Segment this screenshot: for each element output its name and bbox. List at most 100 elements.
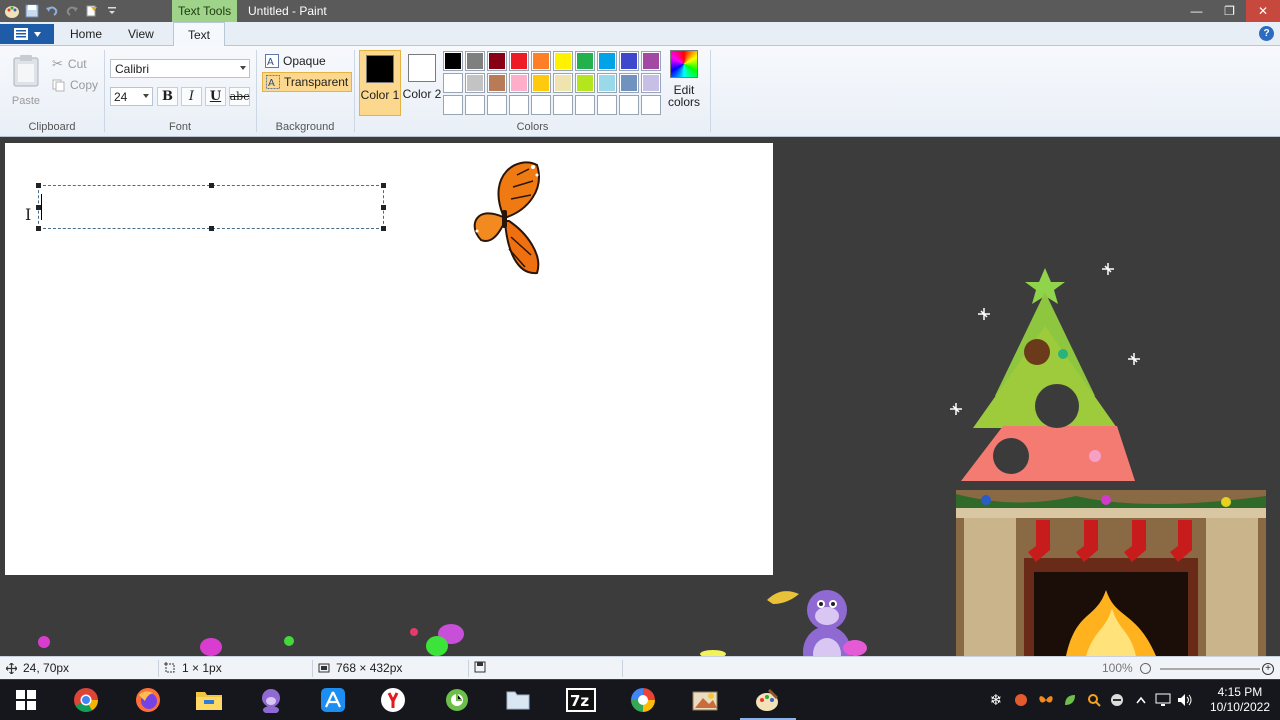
resize-handle[interactable] [209, 183, 214, 188]
palette-color-swatch[interactable] [509, 51, 529, 71]
cut-button[interactable]: ✂ Cut [52, 56, 87, 72]
resize-handle[interactable] [36, 226, 41, 231]
zoom-slider[interactable] [1160, 668, 1260, 670]
folder-icon[interactable] [503, 686, 533, 714]
save-icon[interactable] [24, 3, 40, 19]
snowflake-tray-icon[interactable]: ❄ [987, 691, 1005, 709]
palette-color-swatch[interactable] [531, 51, 551, 71]
image-app-icon[interactable] [690, 686, 720, 714]
palette-color-swatch[interactable] [619, 73, 639, 93]
text-box[interactable] [36, 183, 386, 231]
greenshot-icon[interactable] [442, 686, 472, 714]
palette-color-swatch[interactable] [531, 73, 551, 93]
yandex-icon[interactable] [378, 686, 408, 714]
palette-empty-swatch[interactable] [531, 95, 551, 115]
paint-app-icon[interactable] [4, 3, 20, 19]
network-icon[interactable] [1154, 691, 1172, 709]
palette-empty-swatch[interactable] [509, 95, 529, 115]
palette-empty-swatch[interactable] [641, 95, 661, 115]
resize-handle[interactable] [381, 183, 386, 188]
palette-color-swatch[interactable] [641, 51, 661, 71]
palette-color-swatch[interactable] [641, 73, 661, 93]
file-explorer-icon[interactable] [194, 686, 224, 714]
edit-colors-button[interactable]: Edit colors [666, 50, 702, 108]
zoom-out-button[interactable] [1140, 663, 1151, 674]
palette-color-swatch[interactable] [575, 51, 595, 71]
palette-color-swatch[interactable] [487, 73, 507, 93]
palette-color-swatch[interactable] [553, 73, 573, 93]
zoom-in-button[interactable]: + [1262, 663, 1274, 675]
resize-handle[interactable] [381, 205, 386, 210]
minus-tray-icon[interactable] [1108, 691, 1126, 709]
color1-button[interactable]: Color 1 [359, 50, 401, 116]
palette-color-swatch[interactable] [509, 73, 529, 93]
chevron-up-icon[interactable] [1132, 691, 1150, 709]
palette-color-swatch[interactable] [487, 51, 507, 71]
copy-button[interactable]: Copy [52, 78, 98, 92]
minimize-button[interactable]: — [1180, 0, 1213, 22]
palette-empty-swatch[interactable] [597, 95, 617, 115]
font-family-select[interactable]: Calibri [110, 59, 250, 78]
chrome-icon[interactable] [71, 686, 101, 714]
bold-button[interactable]: B [157, 87, 178, 106]
palette-empty-swatch[interactable] [575, 95, 595, 115]
redo-icon[interactable] [64, 3, 80, 19]
palette-color-swatch[interactable] [597, 51, 617, 71]
swatch-fill [577, 53, 593, 69]
palette-color-swatch[interactable] [619, 51, 639, 71]
resize-handle[interactable] [36, 183, 41, 188]
palette-empty-swatch[interactable] [443, 95, 463, 115]
ribbon-tab-bar: Home View Text ? [0, 22, 1280, 47]
tab-view[interactable]: View [114, 22, 168, 46]
paste-button[interactable]: Paste [8, 54, 44, 107]
butterfly-tray-icon[interactable] [1037, 691, 1055, 709]
palette-color-swatch[interactable] [443, 51, 463, 71]
undo-icon[interactable] [44, 3, 60, 19]
copy-label: Copy [70, 78, 99, 92]
firefox-icon[interactable] [133, 686, 163, 714]
tab-text[interactable]: Text [173, 22, 226, 47]
bonzi-buddy-icon[interactable] [256, 686, 286, 714]
italic-button[interactable]: I [181, 87, 202, 106]
palette-color-swatch[interactable] [465, 51, 485, 71]
7zip-icon[interactable]: 7z [566, 686, 596, 714]
drawing-canvas[interactable]: I [5, 143, 773, 575]
resize-handle[interactable] [209, 226, 214, 231]
speaker-icon[interactable] [1176, 691, 1194, 709]
leaf-tray-icon[interactable] [1061, 691, 1079, 709]
clipboard-group-label: Clipboard [28, 121, 76, 133]
close-button[interactable]: ✕ [1246, 0, 1280, 22]
system-clock[interactable]: 4:15 PM 10/10/2022 [1210, 685, 1270, 715]
tab-home[interactable]: Home [56, 22, 116, 46]
palette-color-swatch[interactable] [575, 73, 595, 93]
palette-empty-swatch[interactable] [487, 95, 507, 115]
colorful-app-icon[interactable] [628, 686, 658, 714]
app-store-icon[interactable] [318, 686, 348, 714]
paint-menu-button[interactable] [0, 24, 54, 44]
restore-button[interactable]: ❐ [1213, 0, 1246, 22]
palette-color-swatch[interactable] [465, 73, 485, 93]
resize-handle[interactable] [381, 226, 386, 231]
palette-color-swatch[interactable] [597, 73, 617, 93]
palette-color-swatch[interactable] [443, 73, 463, 93]
svg-text:A: A [268, 78, 275, 89]
paint-icon[interactable] [752, 686, 782, 714]
color2-label: Color 2 [402, 87, 442, 101]
palette-empty-swatch[interactable] [465, 95, 485, 115]
opaque-button[interactable]: A Opaque [262, 51, 329, 71]
font-size-select[interactable]: 24 [110, 87, 153, 106]
palette-empty-swatch[interactable] [619, 95, 639, 115]
transparent-button[interactable]: A Transparent [262, 72, 353, 92]
font-size-value: 24 [114, 90, 128, 104]
red-app-tray-icon[interactable] [1012, 691, 1030, 709]
palette-color-swatch[interactable] [553, 51, 573, 71]
search-tray-icon[interactable] [1085, 691, 1103, 709]
start-icon[interactable] [11, 686, 41, 714]
help-icon[interactable]: ? [1259, 26, 1274, 41]
color2-button[interactable]: Color 2 [401, 50, 443, 116]
qat-dropdown-icon[interactable] [104, 3, 120, 19]
customize-qat-icon[interactable] [84, 3, 100, 19]
underline-button[interactable]: U [205, 87, 226, 106]
palette-empty-swatch[interactable] [553, 95, 573, 115]
strikethrough-button[interactable]: abc [229, 87, 250, 106]
